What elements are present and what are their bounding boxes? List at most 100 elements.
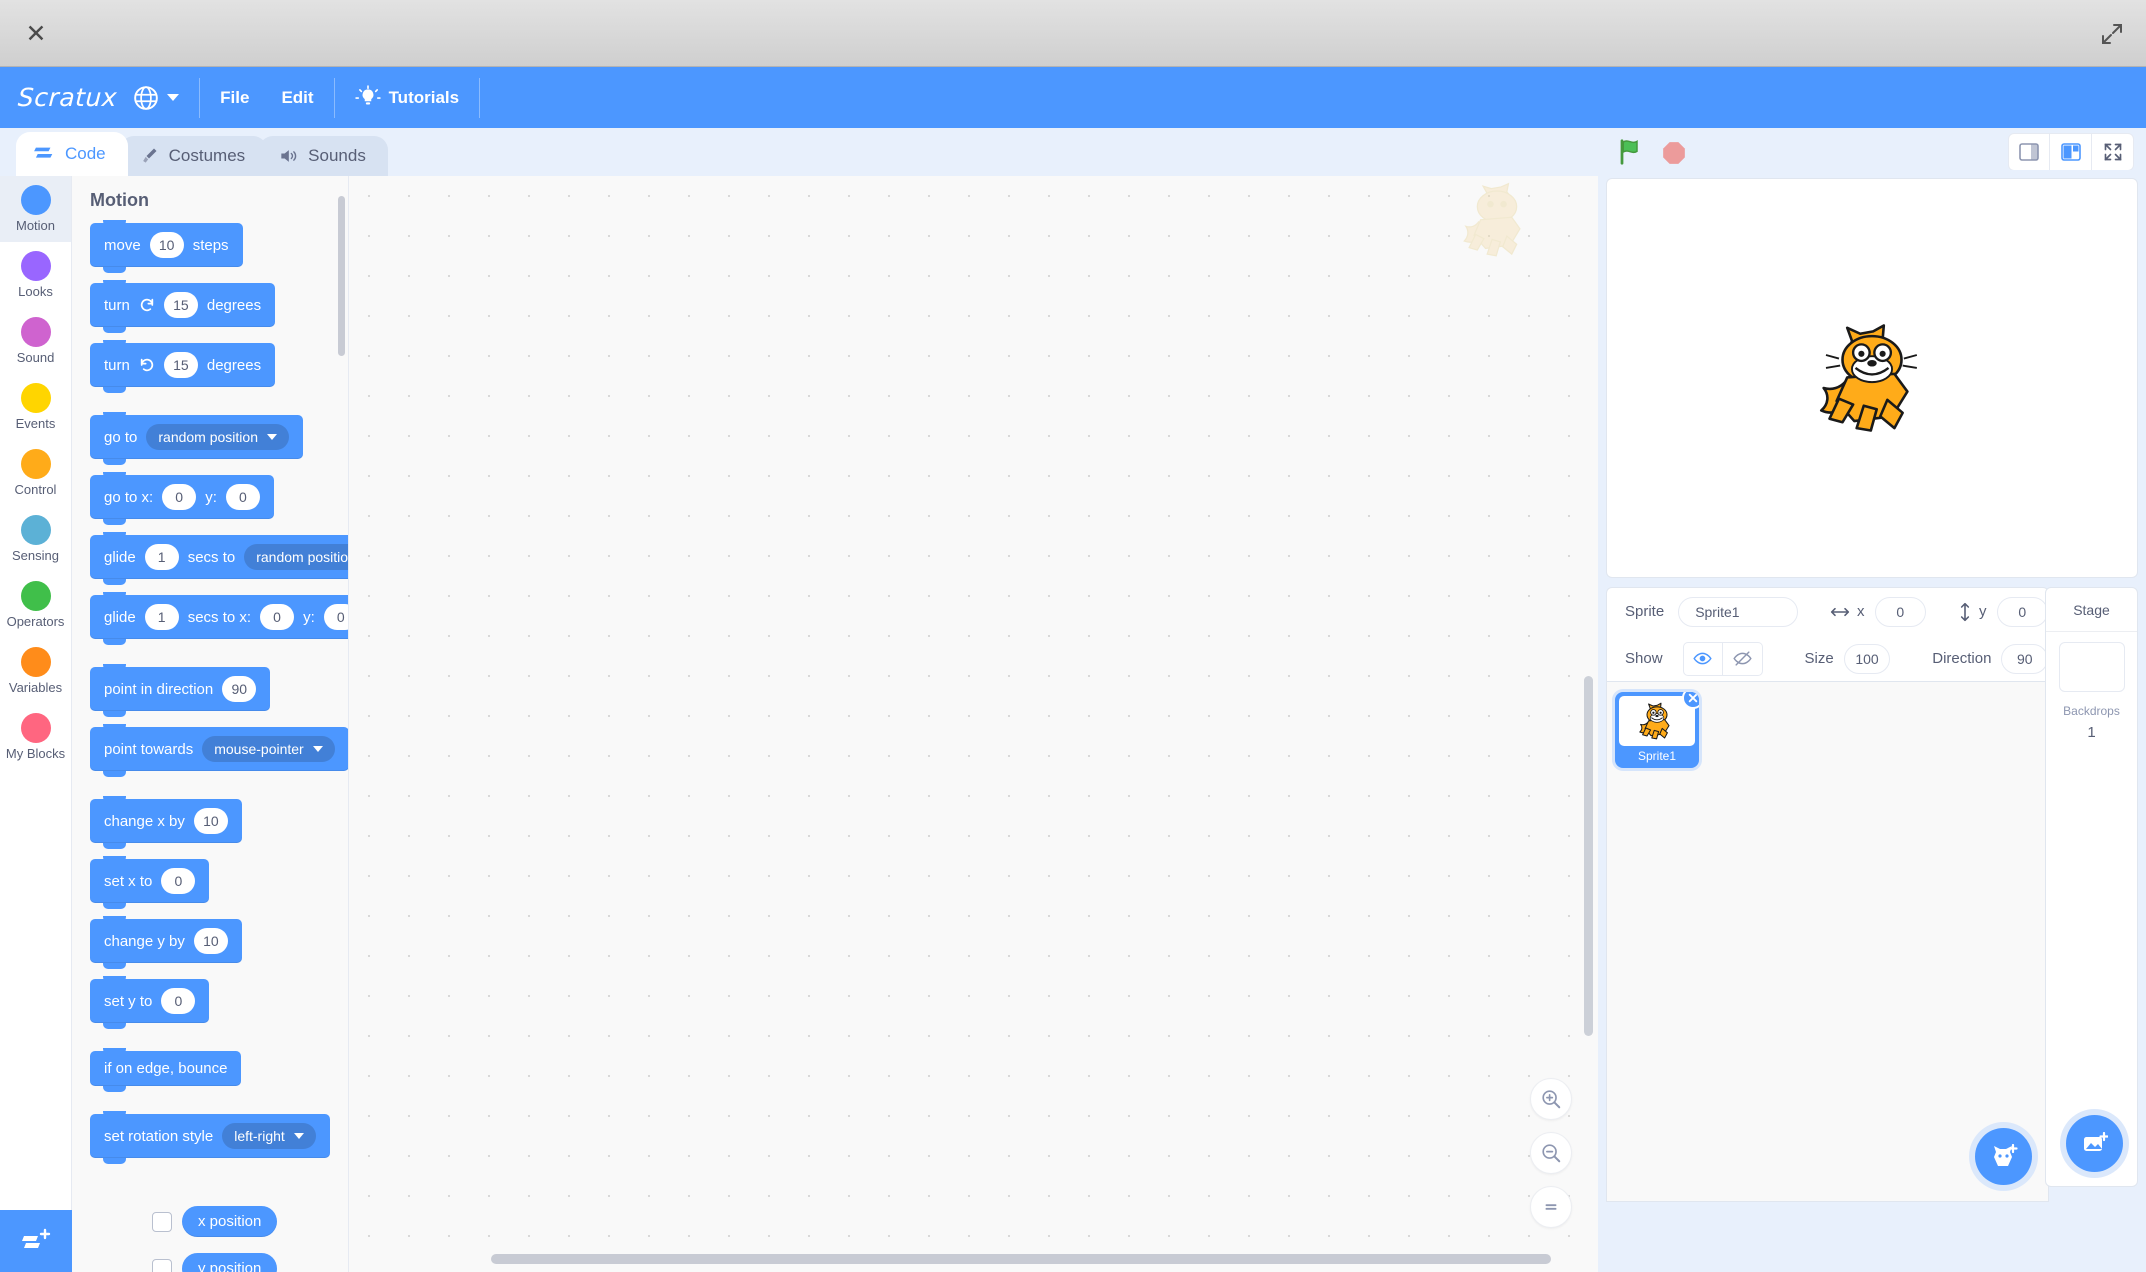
sprite-list: Sprite1	[1606, 682, 2049, 1202]
stage-selector-pane[interactable]: Stage Backdrops 1	[2045, 587, 2138, 1187]
sprite-thumbnail-cat	[1639, 702, 1670, 740]
block-input-y[interactable]: 0	[323, 604, 348, 630]
stage-sprite-cat[interactable]	[1813, 322, 1931, 434]
tab-code[interactable]: Code	[16, 132, 128, 176]
block-dropdown-rotation-style[interactable]: left-right	[222, 1123, 316, 1149]
workspace-vertical-scrollbar[interactable]	[1584, 676, 1593, 1036]
menu-bar: Scratux File Edit Tutorials	[0, 67, 2146, 128]
block-text: secs to x:	[187, 608, 252, 626]
stop-icon[interactable]	[1661, 140, 1687, 166]
category-events[interactable]: Events	[0, 374, 71, 440]
sprite-tile-sprite1[interactable]: Sprite1	[1615, 692, 1699, 768]
zoom-in-button[interactable]	[1530, 1078, 1572, 1120]
category-color-dot	[20, 383, 51, 413]
x-arrow-icon	[1830, 605, 1850, 619]
block-text: degrees	[206, 356, 262, 374]
palette-scrollbar[interactable]	[338, 196, 345, 356]
category-sensing[interactable]: Sensing	[0, 506, 71, 572]
category-looks[interactable]: Looks	[0, 242, 71, 308]
block-x-position[interactable]: x position	[182, 1206, 278, 1237]
block-input-secs[interactable]: 1	[144, 604, 179, 630]
sprite-x-input[interactable]: 0	[1874, 596, 1926, 627]
block-set-x-to[interactable]: set x to 0	[90, 856, 210, 909]
language-selector[interactable]	[117, 67, 195, 128]
add-extension-button[interactable]	[0, 1210, 72, 1272]
sprite-watermark	[1463, 182, 1521, 257]
workspace-horizontal-scrollbar[interactable]	[491, 1254, 1551, 1264]
block-turn-right[interactable]: turn 15 degrees	[90, 280, 276, 333]
block-text: if on edge, bounce	[104, 1060, 228, 1077]
block-input-y[interactable]: 0	[161, 988, 196, 1014]
sprite-size-input[interactable]: 100	[1843, 643, 1891, 674]
block-y-position[interactable]: y position	[182, 1253, 278, 1272]
window-expand-button[interactable]	[2092, 14, 2132, 54]
stage-backdrop-thumbnail[interactable]	[2058, 642, 2125, 692]
green-flag-icon[interactable]	[1617, 137, 1647, 167]
block-input-x[interactable]: 0	[161, 868, 196, 894]
block-input-direction[interactable]: 90	[222, 676, 257, 702]
menu-divider	[333, 77, 335, 118]
window-close-button[interactable]: ✕	[16, 14, 56, 54]
block-go-to-xy[interactable]: go to x: 0 y: 0	[90, 472, 274, 525]
block-input-x[interactable]: 0	[162, 484, 197, 510]
block-glide-to[interactable]: glide 1 secs to random position	[90, 532, 348, 585]
category-label: Sound	[16, 350, 55, 365]
block-input-degrees[interactable]: 15	[163, 352, 198, 378]
category-color-dot	[20, 185, 51, 215]
block-move-steps[interactable]: move 10 steps	[90, 220, 243, 273]
block-set-rotation-style[interactable]: set rotation style left-right	[90, 1111, 330, 1164]
sprite-y-input[interactable]: 0	[1996, 596, 2048, 627]
block-input-dx[interactable]: 10	[193, 808, 228, 834]
small-stage-button[interactable]	[2008, 133, 2050, 171]
block-if-on-edge-bounce[interactable]: if on edge, bounce	[90, 1048, 242, 1092]
zoom-reset-button[interactable]	[1530, 1186, 1572, 1228]
choose-a-backdrop-button[interactable]	[2066, 1115, 2123, 1172]
category-color-dot	[20, 515, 51, 545]
show-sprite-button[interactable]	[1682, 641, 1723, 676]
block-dropdown-target[interactable]: random position	[244, 544, 348, 570]
block-glide-to-xy[interactable]: glide 1 secs to x: 0 y: 0	[90, 592, 348, 645]
block-dropdown-target[interactable]: random position	[146, 424, 289, 450]
block-input-degrees[interactable]: 15	[163, 292, 198, 318]
fullscreen-button[interactable]	[2092, 133, 2134, 171]
category-my-blocks[interactable]: My Blocks	[0, 704, 71, 770]
block-set-y-to[interactable]: set y to 0	[90, 976, 210, 1029]
block-input-x[interactable]: 0	[260, 604, 295, 630]
tab-sounds-label: Sounds	[308, 146, 366, 165]
block-point-towards[interactable]: point towards mouse-pointer	[90, 724, 348, 777]
category-variables[interactable]: Variables	[0, 638, 71, 704]
stage-canvas[interactable]	[1606, 178, 2138, 578]
reporter-checkbox-x-position[interactable]	[152, 1211, 172, 1232]
sprite-x-label: x	[1857, 603, 1865, 620]
block-palette[interactable]: Motion move 10 steps turn 15 degrees tur…	[72, 176, 349, 1272]
zoom-out-button[interactable]	[1530, 1132, 1572, 1174]
block-change-y-by[interactable]: change y by 10	[90, 916, 242, 969]
code-workspace[interactable]	[349, 176, 1598, 1272]
block-input-secs[interactable]: 1	[144, 544, 179, 570]
block-input-steps[interactable]: 10	[149, 232, 184, 258]
reporter-checkbox-y-position[interactable]	[152, 1258, 172, 1272]
block-input-dy[interactable]: 10	[193, 928, 228, 954]
category-motion[interactable]: Motion	[0, 176, 71, 242]
tab-costumes[interactable]: Costumes	[119, 136, 268, 176]
block-point-in-direction[interactable]: point in direction 90	[90, 664, 271, 717]
large-stage-button[interactable]	[2050, 133, 2092, 171]
block-go-to[interactable]: go to random position	[90, 412, 303, 465]
hide-sprite-button[interactable]	[1722, 641, 1763, 676]
block-input-y[interactable]: 0	[225, 484, 260, 510]
tab-sounds[interactable]: Sounds	[259, 136, 388, 176]
menu-item-file[interactable]: File	[204, 67, 265, 128]
sprite-name-input[interactable]: Sprite1	[1678, 596, 1798, 627]
stage-and-sprites-pane: Sprite Sprite1 x 0 y 0 Show Size 100 Dir…	[1598, 170, 2146, 1272]
block-change-x-by[interactable]: change x by 10	[90, 796, 242, 849]
menu-item-tutorials[interactable]: Tutorials	[339, 67, 476, 128]
sprite-direction-input[interactable]: 90	[2001, 643, 2048, 674]
category-operators[interactable]: Operators	[0, 572, 71, 638]
block-turn-left[interactable]: turn 15 degrees	[90, 340, 276, 393]
block-dropdown-towards[interactable]: mouse-pointer	[202, 736, 335, 762]
category-control[interactable]: Control	[0, 440, 71, 506]
category-sound[interactable]: Sound	[0, 308, 71, 374]
window-title-bar: ✕	[0, 0, 2146, 67]
choose-a-sprite-button[interactable]	[1975, 1128, 2032, 1185]
menu-item-edit[interactable]: Edit	[265, 67, 329, 128]
